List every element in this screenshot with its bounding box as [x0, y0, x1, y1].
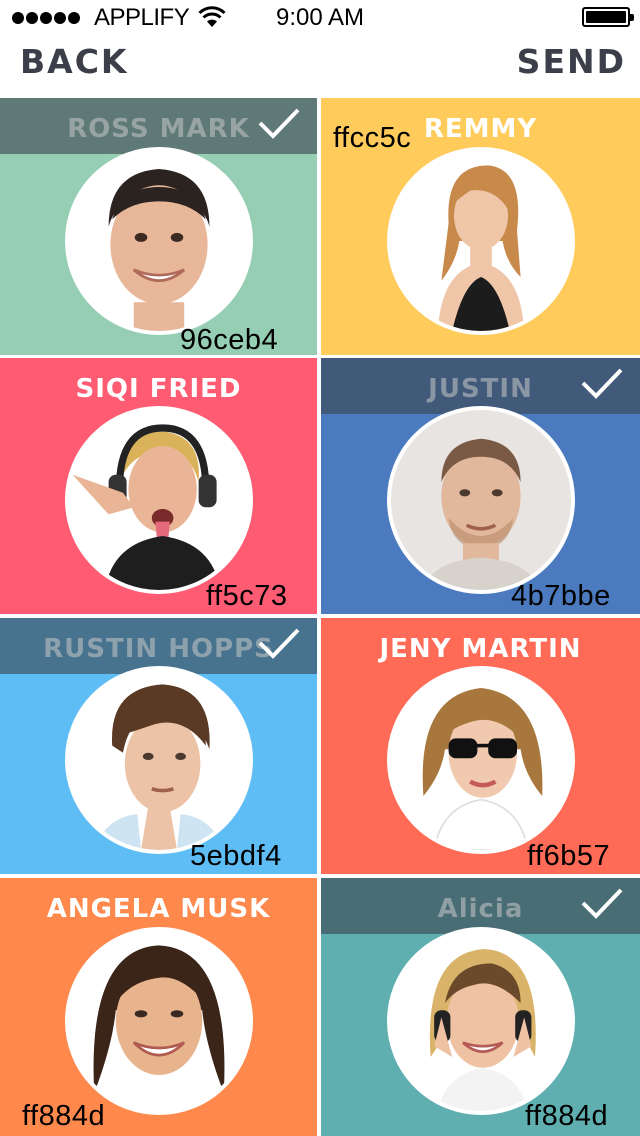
navigation-bar: BACK SEND [0, 36, 640, 98]
color-hex-label: 96ceb4 [180, 324, 279, 355]
clock: 9:00 AM [275, 4, 365, 31]
contact-tile-remmy[interactable]: REMMY ffcc5c [321, 98, 640, 355]
status-bar: APPLIFY 9:00 AM [0, 0, 640, 36]
color-hex-label: 5ebdf4 [190, 840, 282, 872]
avatar-man-smiling [64, 146, 253, 335]
color-hex-label: 4b7bbe [511, 580, 611, 612]
contact-tile-justin[interactable]: JUSTIN 4b7bbe [321, 358, 640, 614]
contact-tile-alicia[interactable]: Alicia ff884d [321, 878, 640, 1136]
contact-tile-jeny-martin[interactable]: JENY MARTIN ff6b57 [321, 618, 640, 874]
contact-name: JENY MARTIN [379, 634, 582, 664]
checkmark-icon [258, 108, 300, 139]
color-hex-label: ff884d [22, 1100, 106, 1132]
color-hex-label: ff6b57 [527, 840, 611, 872]
checkmark-icon [258, 628, 300, 659]
back-button[interactable]: BACK [20, 42, 128, 81]
avatar-man-thinking [64, 666, 253, 854]
color-hex-label: ff884d [525, 1100, 609, 1132]
contact-name: SIQI FRIED [75, 374, 242, 404]
color-hex-label: ffcc5c [333, 122, 412, 154]
checkmark-icon [581, 888, 623, 919]
contact-tile-ross-mark[interactable]: ROSS MARK 96ceb4 [0, 98, 317, 355]
battery-icon [582, 7, 634, 27]
avatar-woman-headphones [386, 927, 575, 1115]
send-button[interactable]: SEND [517, 42, 626, 81]
avatar-woman-smiling [64, 927, 253, 1115]
checkmark-icon [581, 368, 623, 399]
contact-grid: ROSS MARK 96ceb4 REMMY ffcc5c SIQI FRIED… [0, 98, 640, 1136]
avatar-man-headphones [64, 406, 253, 594]
avatar-man-short-hair [386, 406, 575, 594]
color-hex-label: ff5c73 [206, 580, 288, 612]
contact-name: ANGELA MUSK [46, 894, 271, 924]
contact-tile-angela-musk[interactable]: ANGELA MUSK ff884d [0, 878, 317, 1136]
contact-tile-rustin-hopps[interactable]: RUSTIN HOPPS 5ebdf4 [0, 618, 317, 874]
avatar-woman-blonde [386, 146, 575, 335]
avatar-woman-sunglasses [386, 666, 575, 854]
contact-tile-siqi-fried[interactable]: SIQI FRIED ff5c73 [0, 358, 317, 614]
